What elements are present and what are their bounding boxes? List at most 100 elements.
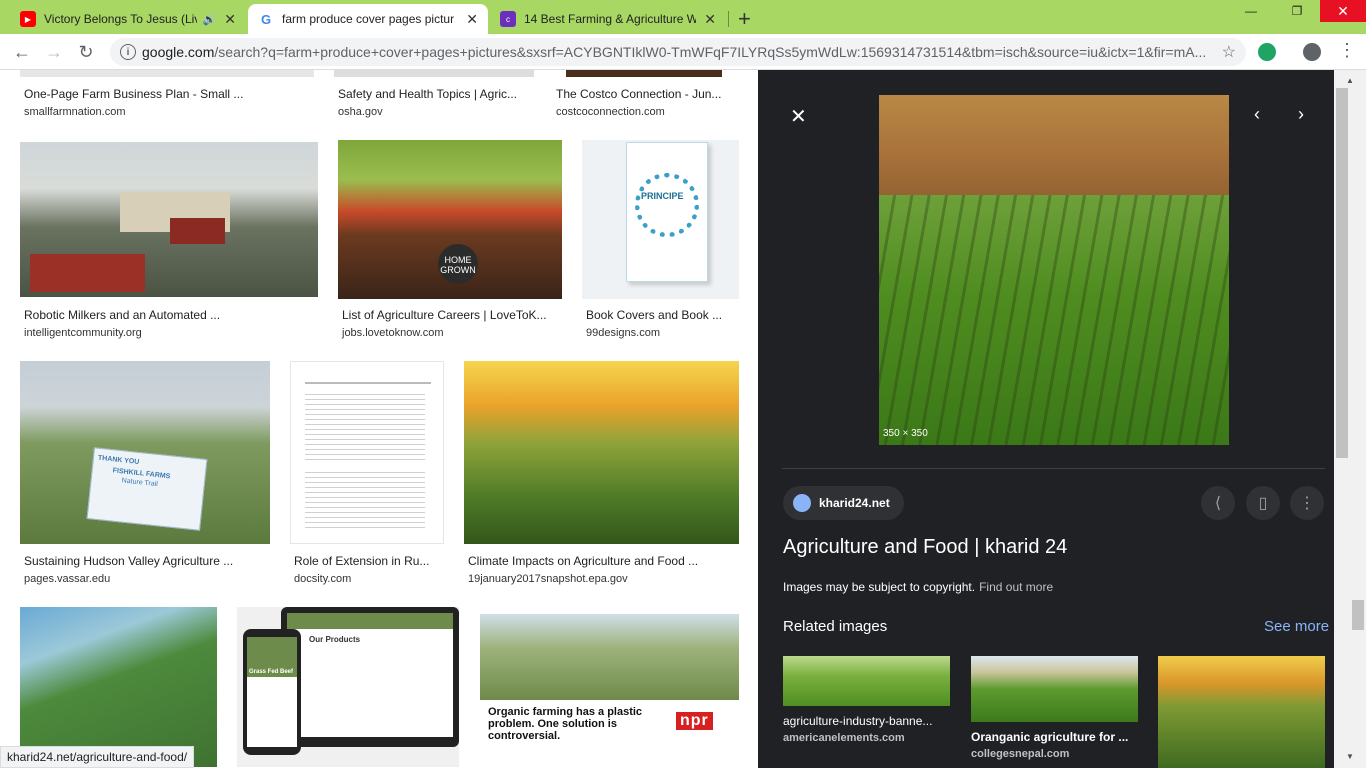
close-icon[interactable]: ✕ <box>790 104 807 129</box>
related-image-card[interactable]: agriculture-industry-banne... americanel… <box>783 656 950 744</box>
minimize-button[interactable]: — <box>1228 0 1274 22</box>
info-icon[interactable]: i <box>120 44 136 60</box>
result-card[interactable]: HOME GROWN List of Agriculture Careers |… <box>338 140 562 340</box>
result-card[interactable]: PRINCIPE Book Covers and Book ... 99desi… <box>582 140 740 340</box>
bookmark-star-icon[interactable]: ☆ <box>1222 42 1236 62</box>
save-button[interactable]: ▯ <box>1246 486 1280 520</box>
result-thumbnail[interactable] <box>20 142 318 297</box>
result-card[interactable]: Robotic Milkers and an Automated ... int… <box>20 142 318 342</box>
result-thumbnail[interactable] <box>334 70 534 77</box>
scroll-down-icon[interactable]: ▼ <box>1346 752 1354 761</box>
find-out-more-link[interactable]: Find out more <box>979 580 1053 594</box>
result-thumbnail[interactable] <box>566 70 722 77</box>
result-caption[interactable]: List of Agriculture Careers | LoveToK... <box>342 308 547 322</box>
related-image-card[interactable] <box>1158 656 1325 768</box>
scroll-up-icon[interactable]: ▲ <box>1346 76 1354 85</box>
result-thumbnail[interactable] <box>290 361 444 544</box>
copyright-text: Images may be subject to copyright. <box>783 580 976 594</box>
copyright-notice: Images may be subject to copyright. Find … <box>783 580 1053 594</box>
npr-logo: npr <box>676 712 713 730</box>
restore-button[interactable]: ❐ <box>1274 0 1320 22</box>
more-vert-icon: ⋮ <box>1299 495 1315 512</box>
related-thumbnail[interactable] <box>971 656 1138 722</box>
new-tab-button[interactable]: + <box>738 6 751 32</box>
grass-fed-text: Grass Fed Beef <box>247 667 297 677</box>
share-icon: ⟨ <box>1214 495 1222 512</box>
result-caption[interactable]: Climate Impacts on Agriculture and Food … <box>468 554 698 568</box>
result-caption[interactable]: Sustaining Hudson Valley Agriculture ... <box>24 554 233 568</box>
extension-icon[interactable] <box>1258 43 1276 61</box>
related-source: collegesnepal.com <box>971 748 1070 760</box>
source-chip[interactable]: kharid24.net <box>783 486 904 520</box>
browser-toolbar: ← → ↻ i google.com/search?q=farm+produce… <box>0 34 1366 70</box>
reload-button[interactable]: ↻ <box>74 40 98 64</box>
result-thumbnail[interactable]: Our Products Grass Fed Beef <box>237 607 459 767</box>
result-thumbnail[interactable]: HOME GROWN <box>338 140 562 299</box>
related-thumbnail[interactable] <box>783 656 950 706</box>
chevron-left-icon[interactable]: ‹ <box>1254 104 1260 125</box>
tab-colorlib[interactable]: c 14 Best Farming & Agriculture W ✕ <box>490 4 726 34</box>
related-thumbnail[interactable] <box>1158 656 1325 768</box>
menu-icon[interactable]: ⋮ <box>1338 40 1356 61</box>
close-tab-icon[interactable]: ✕ <box>224 11 236 28</box>
result-source: 99designs.com <box>586 327 660 339</box>
chalkboard-sign: HOME GROWN <box>438 244 478 284</box>
result-card[interactable] <box>20 607 217 767</box>
result-source: osha.gov <box>338 106 383 118</box>
result-card[interactable]: Organic farming has a plastic problem. O… <box>480 614 739 764</box>
result-caption[interactable]: The Costco Connection - Jun... <box>556 87 721 101</box>
url-text[interactable]: google.com/search?q=farm+produce+cover+p… <box>142 44 1212 60</box>
related-caption[interactable]: Oranganic agriculture for ... <box>971 730 1138 744</box>
result-thumbnail[interactable]: Organic farming has a plastic problem. O… <box>480 614 739 752</box>
tab-youtube[interactable]: ▶ Victory Belongs To Jesus (Liv 🔊 ✕ <box>10 4 246 34</box>
preview-title[interactable]: Agriculture and Food | kharid 24 <box>783 536 1067 559</box>
forward-button[interactable]: → <box>42 40 66 64</box>
bookmark-icon: ▯ <box>1258 495 1268 512</box>
result-caption[interactable]: Role of Extension in Ru... <box>294 554 429 568</box>
tab-title: Victory Belongs To Jesus (Liv <box>44 12 197 26</box>
result-thumbnail[interactable] <box>20 607 217 767</box>
related-images-heading: Related images <box>783 618 888 635</box>
result-caption[interactable]: One-Page Farm Business Plan - Small ... <box>24 87 243 101</box>
related-caption[interactable]: agriculture-industry-banne... <box>783 714 950 728</box>
preview-image[interactable]: 350 × 350 <box>879 95 1229 445</box>
tab-title: farm produce cover pages pictur <box>282 12 455 26</box>
share-button[interactable]: ⟨ <box>1201 486 1235 520</box>
result-thumbnail[interactable] <box>20 70 314 77</box>
profile-icon[interactable] <box>1303 43 1321 61</box>
result-thumbnail[interactable]: THANK YOU FISHKILL FARMS Nature Trail <box>20 361 270 544</box>
speaker-icon[interactable]: 🔊 <box>203 13 217 26</box>
result-card[interactable]: Climate Impacts on Agriculture and Food … <box>464 361 739 591</box>
result-card[interactable]: Safety and Health Topics | Agric... osha… <box>334 70 538 120</box>
more-button[interactable]: ⋮ <box>1290 486 1324 520</box>
result-caption[interactable]: Book Covers and Book ... <box>586 308 722 322</box>
npr-headline: Organic farming has a plastic problem. O… <box>488 706 643 742</box>
result-card[interactable]: THANK YOU FISHKILL FARMS Nature Trail Su… <box>20 361 270 591</box>
result-caption[interactable]: Robotic Milkers and an Automated ... <box>24 308 220 322</box>
panel-scrollbar-thumb[interactable] <box>1336 88 1348 458</box>
image-preview-panel: ✕ ‹ › 350 × 350 kharid24.net ⟨ ▯ ⋮ Agric… <box>758 70 1334 768</box>
address-bar[interactable]: i google.com/search?q=farm+produce+cover… <box>110 38 1246 66</box>
result-source: docsity.com <box>294 573 352 585</box>
result-source: intelligentcommunity.org <box>24 327 142 339</box>
related-image-card[interactable]: Oranganic agriculture for ... collegesne… <box>971 656 1138 760</box>
close-tab-icon[interactable]: ✕ <box>466 11 478 28</box>
result-card[interactable]: The Costco Connection - Jun... costcocon… <box>552 70 732 120</box>
close-window-button[interactable]: ✕ <box>1320 0 1366 22</box>
see-more-link[interactable]: See more <box>1264 618 1329 635</box>
back-button[interactable]: ← <box>10 40 34 64</box>
result-card[interactable]: Role of Extension in Ru... docsity.com <box>290 361 444 591</box>
chevron-right-icon[interactable]: › <box>1298 104 1304 125</box>
image-dimensions: 350 × 350 <box>883 428 928 439</box>
close-tab-icon[interactable]: ✕ <box>704 11 716 28</box>
result-thumbnail[interactable] <box>464 361 739 544</box>
result-caption[interactable]: Safety and Health Topics | Agric... <box>338 87 517 101</box>
scrollbar-thumb[interactable] <box>1352 600 1364 630</box>
result-card[interactable]: One-Page Farm Business Plan - Small ... … <box>20 70 314 120</box>
result-source: 19january2017snapshot.epa.gov <box>468 573 628 585</box>
google-icon: G <box>258 11 274 27</box>
tab-google-images[interactable]: G farm produce cover pages pictur ✕ <box>248 4 488 34</box>
result-thumbnail[interactable]: PRINCIPE <box>582 140 739 299</box>
panel-divider <box>782 468 1325 469</box>
result-card[interactable]: Our Products Grass Fed Beef <box>237 607 459 767</box>
